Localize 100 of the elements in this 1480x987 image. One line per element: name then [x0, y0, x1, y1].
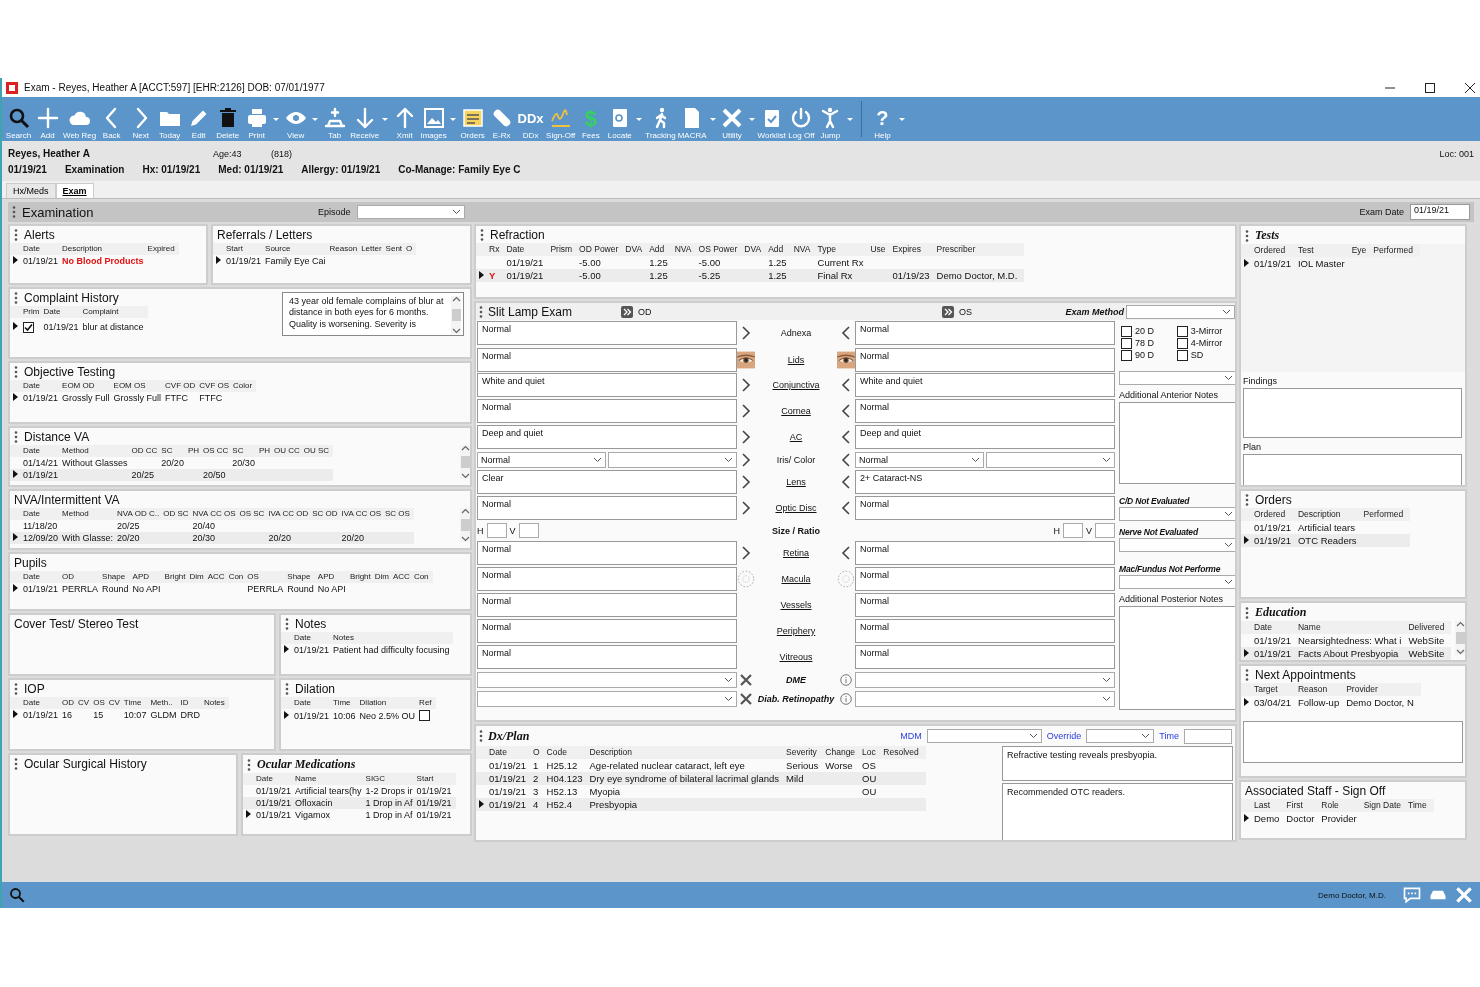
- column-header[interactable]: Date: [506, 243, 551, 256]
- column-header[interactable]: Shape: [102, 571, 133, 583]
- column-header[interactable]: Date: [43, 306, 83, 318]
- column-header[interactable]: ID: [180, 697, 204, 709]
- scrollbar[interactable]: [460, 445, 470, 479]
- exam-link[interactable]: Vessels: [780, 600, 812, 610]
- column-header[interactable]: Sign Date: [1363, 799, 1409, 812]
- column-header[interactable]: Add: [649, 243, 675, 256]
- column-header[interactable]: OU CC: [274, 445, 304, 457]
- notes-field[interactable]: [1119, 402, 1235, 484]
- column-header[interactable]: Provider: [1346, 683, 1421, 696]
- text-field[interactable]: White and quiet: [855, 373, 1115, 397]
- column-header[interactable]: Expired: [147, 243, 179, 255]
- column-header[interactable]: Expires: [892, 243, 937, 256]
- caret-icon[interactable]: [846, 117, 853, 121]
- chevron-left-icon[interactable]: [841, 404, 851, 418]
- column-header[interactable]: Date: [294, 697, 334, 709]
- text-field[interactable]: Normal: [477, 321, 737, 345]
- column-header[interactable]: Shape: [287, 571, 318, 583]
- grip-icon[interactable]: [1245, 229, 1249, 242]
- chevron-up-icon[interactable]: [460, 445, 470, 451]
- text-field[interactable]: Normal: [855, 567, 1115, 591]
- chevron-left-icon[interactable]: [841, 501, 851, 515]
- column-header[interactable]: OD: [62, 571, 103, 583]
- tools-icon[interactable]: [740, 692, 752, 705]
- input-field[interactable]: [518, 523, 539, 538]
- column-header[interactable]: Change: [825, 746, 863, 759]
- column-header[interactable]: Start: [226, 243, 266, 255]
- column-header[interactable]: Code: [546, 746, 590, 759]
- chat-icon[interactable]: [1402, 885, 1422, 905]
- chevron-right-icon[interactable]: [741, 404, 751, 418]
- row-selector[interactable]: [1241, 534, 1254, 547]
- notes-field[interactable]: Recommended OTC readers.: [1002, 783, 1233, 840]
- grip-icon[interactable]: [479, 305, 483, 318]
- column-header[interactable]: Prim: [23, 306, 44, 318]
- column-header[interactable]: OS Power: [698, 243, 745, 256]
- grip-icon[interactable]: [1245, 606, 1249, 619]
- column-header[interactable]: Performed: [1363, 508, 1411, 521]
- column-header[interactable]: Dilation: [359, 697, 420, 709]
- chevron-right-icon[interactable]: [741, 501, 751, 515]
- column-header[interactable]: Reason: [329, 243, 362, 255]
- column-header[interactable]: Name: [1298, 621, 1409, 634]
- grip-icon[interactable]: [14, 229, 18, 241]
- grip-icon[interactable]: [285, 683, 289, 695]
- chevron-left-icon[interactable]: [841, 452, 851, 467]
- column-header[interactable]: APD: [132, 571, 165, 583]
- column-header[interactable]: OD: [62, 697, 79, 709]
- grip-icon[interactable]: [14, 758, 18, 770]
- close-icon[interactable]: [1464, 81, 1476, 94]
- exam-link[interactable]: Conjunctiva: [772, 380, 820, 390]
- column-header[interactable]: EOM OD: [62, 380, 114, 392]
- scrollbar[interactable]: [1455, 621, 1465, 655]
- row-selector[interactable]: [10, 532, 23, 544]
- column-header[interactable]: SC OD: [312, 508, 342, 520]
- grip-icon[interactable]: [1245, 669, 1249, 681]
- row-selector[interactable]: [10, 469, 23, 481]
- column-header[interactable]: Ordered: [1254, 244, 1298, 257]
- grip-icon[interactable]: [14, 683, 18, 695]
- caret-icon[interactable]: [748, 117, 755, 121]
- column-header[interactable]: Date: [256, 773, 296, 785]
- column-header[interactable]: NVA OD C..: [117, 508, 164, 520]
- column-header[interactable]: OS CC: [203, 445, 233, 457]
- chevron-left-icon[interactable]: [841, 378, 851, 392]
- grip-icon[interactable]: [14, 366, 18, 378]
- column-header[interactable]: OS: [247, 571, 288, 583]
- row-selector[interactable]: [1241, 647, 1254, 660]
- notes-field[interactable]: Refractive testing reveals presbyopia.: [1002, 746, 1233, 781]
- text-field[interactable]: Normal: [855, 496, 1115, 520]
- column-header[interactable]: EOM OS: [113, 380, 166, 392]
- dropdown[interactable]: Normal: [855, 451, 984, 468]
- column-header[interactable]: CVF OS: [199, 380, 234, 392]
- maximize-icon[interactable]: [1424, 81, 1436, 94]
- grip-icon[interactable]: [14, 292, 18, 304]
- input-field[interactable]: [1095, 523, 1115, 538]
- chevron-right-icon[interactable]: [741, 546, 751, 560]
- column-header[interactable]: Name: [295, 773, 366, 785]
- column-header[interactable]: OD Power: [579, 243, 626, 256]
- grip-icon[interactable]: [480, 229, 484, 241]
- checkbox[interactable]: 90 D: [1121, 349, 1169, 361]
- chevron-right-icon[interactable]: [741, 452, 751, 467]
- column-header[interactable]: Description: [589, 746, 787, 759]
- column-header[interactable]: Date: [23, 697, 63, 709]
- text-field[interactable]: Normal: [477, 541, 737, 565]
- exam-link[interactable]: Periphery: [776, 626, 816, 636]
- column-header[interactable]: Date: [23, 445, 63, 457]
- text-field[interactable]: Normal: [855, 645, 1115, 669]
- input-field[interactable]: [1063, 523, 1083, 538]
- column-header[interactable]: Time: [123, 697, 151, 709]
- column-header[interactable]: Date: [23, 380, 63, 392]
- column-header[interactable]: Date: [294, 632, 334, 644]
- input-field[interactable]: [486, 523, 507, 538]
- column-header[interactable]: Meth..: [150, 697, 181, 709]
- column-header[interactable]: Date: [23, 508, 63, 520]
- search-icon[interactable]: [8, 886, 26, 904]
- text-field[interactable]: Normal: [477, 567, 737, 591]
- column-header[interactable]: Date: [1254, 621, 1298, 634]
- checkbox[interactable]: 78 D: [1121, 337, 1169, 349]
- exam-link[interactable]: Retina: [783, 548, 809, 558]
- scrollbar[interactable]: [451, 296, 461, 334]
- grip-icon[interactable]: [14, 431, 18, 443]
